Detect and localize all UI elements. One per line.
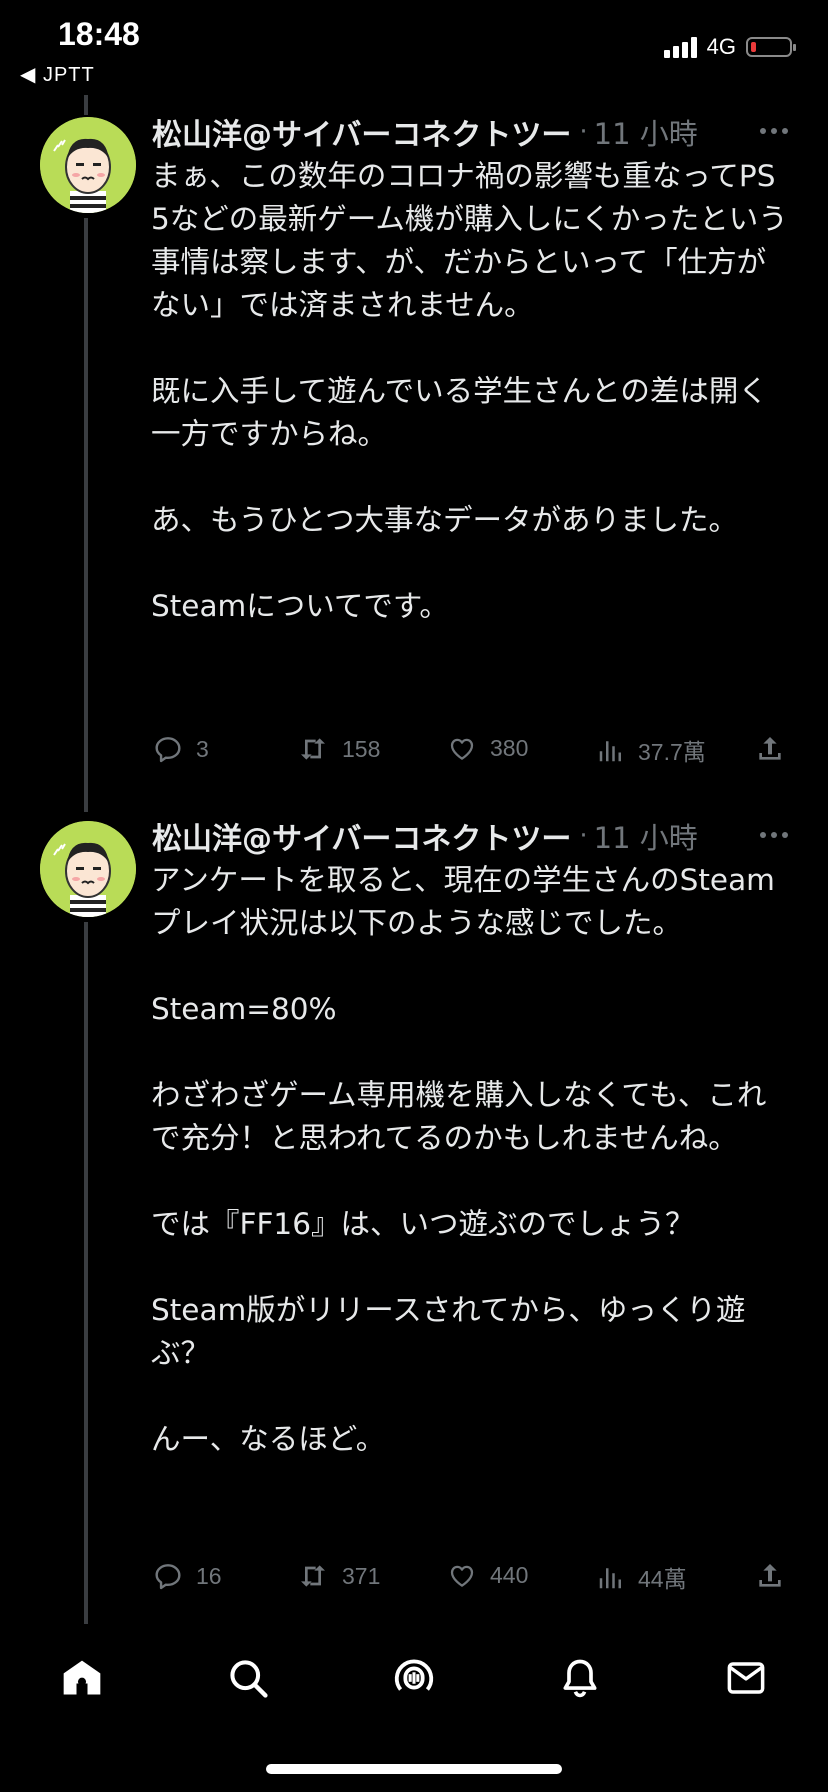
share-icon bbox=[759, 737, 781, 760]
nav-spaces[interactable] bbox=[384, 1648, 444, 1708]
views-button[interactable]: 37.7萬 bbox=[596, 733, 706, 767]
battery-icon bbox=[746, 37, 796, 57]
battery-level bbox=[751, 42, 756, 52]
home-indicator[interactable] bbox=[266, 1764, 562, 1774]
view-count: 44萬 bbox=[638, 1566, 687, 1592]
reply-count: 16 bbox=[196, 1562, 222, 1589]
nav-search[interactable] bbox=[218, 1648, 278, 1708]
views-icon bbox=[599, 1568, 621, 1589]
separator-dot: · bbox=[579, 821, 588, 851]
heart-icon bbox=[450, 738, 474, 760]
avatar[interactable] bbox=[40, 821, 136, 917]
home-icon bbox=[63, 1660, 101, 1695]
share-icon bbox=[759, 1564, 781, 1587]
author-name[interactable]: 松山洋@サイバーコネクトツー bbox=[152, 110, 571, 154]
nav-home[interactable] bbox=[52, 1648, 112, 1708]
views-icon bbox=[599, 741, 621, 762]
like-count: 380 bbox=[490, 734, 529, 761]
author-name[interactable]: 松山洋@サイバーコネクトツー bbox=[152, 814, 571, 858]
tweet-text: まぁ、この数年のコロナ禍の影響も重なってPS5などの最新ゲーム機が購入しにくかっ… bbox=[151, 159, 788, 623]
retweet-count: 158 bbox=[342, 735, 381, 762]
thread-line bbox=[84, 218, 88, 812]
reply-icon bbox=[155, 737, 181, 763]
like-button[interactable]: 380 bbox=[446, 733, 528, 763]
like-count: 440 bbox=[490, 1561, 529, 1588]
search-icon bbox=[230, 1660, 268, 1698]
thread-line bbox=[84, 922, 88, 1624]
nav-messages[interactable] bbox=[716, 1648, 776, 1708]
signal-icon bbox=[663, 36, 697, 58]
avatar-illustration bbox=[40, 117, 136, 213]
share-button[interactable] bbox=[754, 733, 786, 765]
spaces-icon bbox=[394, 1659, 434, 1691]
reply-count: 3 bbox=[196, 735, 209, 762]
share-button[interactable] bbox=[754, 1560, 786, 1592]
reply-button[interactable]: 16 bbox=[152, 1560, 222, 1592]
reply-icon bbox=[155, 1564, 181, 1590]
retweet-icon bbox=[301, 1565, 325, 1587]
separator-dot: · bbox=[579, 117, 588, 147]
tweet-header: 松山洋@サイバーコネクトツー · 11 小時 bbox=[152, 814, 698, 858]
tweet-actions: 3 158 380 37.7萬 bbox=[152, 733, 792, 773]
view-count: 37.7萬 bbox=[638, 739, 706, 765]
thread-line bbox=[84, 95, 88, 115]
tweet-time[interactable]: 11 小時 bbox=[594, 815, 698, 857]
status-time: 18:48 bbox=[58, 16, 140, 52]
avatar-illustration bbox=[40, 821, 136, 917]
retweet-button[interactable]: 371 bbox=[296, 1560, 380, 1592]
retweet-icon bbox=[301, 738, 325, 760]
like-button[interactable]: 440 bbox=[446, 1560, 528, 1590]
tweet-text: アンケートを取ると、現在の学生さんのSteamプレイ状況は以下のような感じでした… bbox=[151, 863, 775, 1456]
bottom-nav bbox=[0, 1634, 828, 1714]
notifications-icon bbox=[563, 1659, 597, 1698]
status-indicators: 4G bbox=[663, 34, 796, 60]
more-options-icon[interactable] bbox=[760, 832, 788, 838]
heart-icon bbox=[450, 1565, 474, 1587]
retweet-button[interactable]: 158 bbox=[296, 733, 380, 765]
back-to-app-link[interactable]: ◀ JPTT bbox=[20, 62, 95, 87]
avatar[interactable] bbox=[40, 117, 136, 213]
more-options-icon[interactable] bbox=[760, 128, 788, 134]
tweet-header: 松山洋@サイバーコネクトツー · 11 小時 bbox=[152, 110, 698, 154]
nav-notifications[interactable] bbox=[550, 1648, 610, 1708]
network-type: 4G bbox=[706, 34, 736, 59]
retweet-count: 371 bbox=[342, 1562, 381, 1589]
messages-icon bbox=[727, 1662, 765, 1694]
tweet-time[interactable]: 11 小時 bbox=[594, 111, 698, 153]
views-button[interactable]: 44萬 bbox=[596, 1560, 687, 1594]
reply-button[interactable]: 3 bbox=[152, 733, 209, 765]
tweet-actions: 16 371 440 44萬 bbox=[152, 1560, 792, 1600]
